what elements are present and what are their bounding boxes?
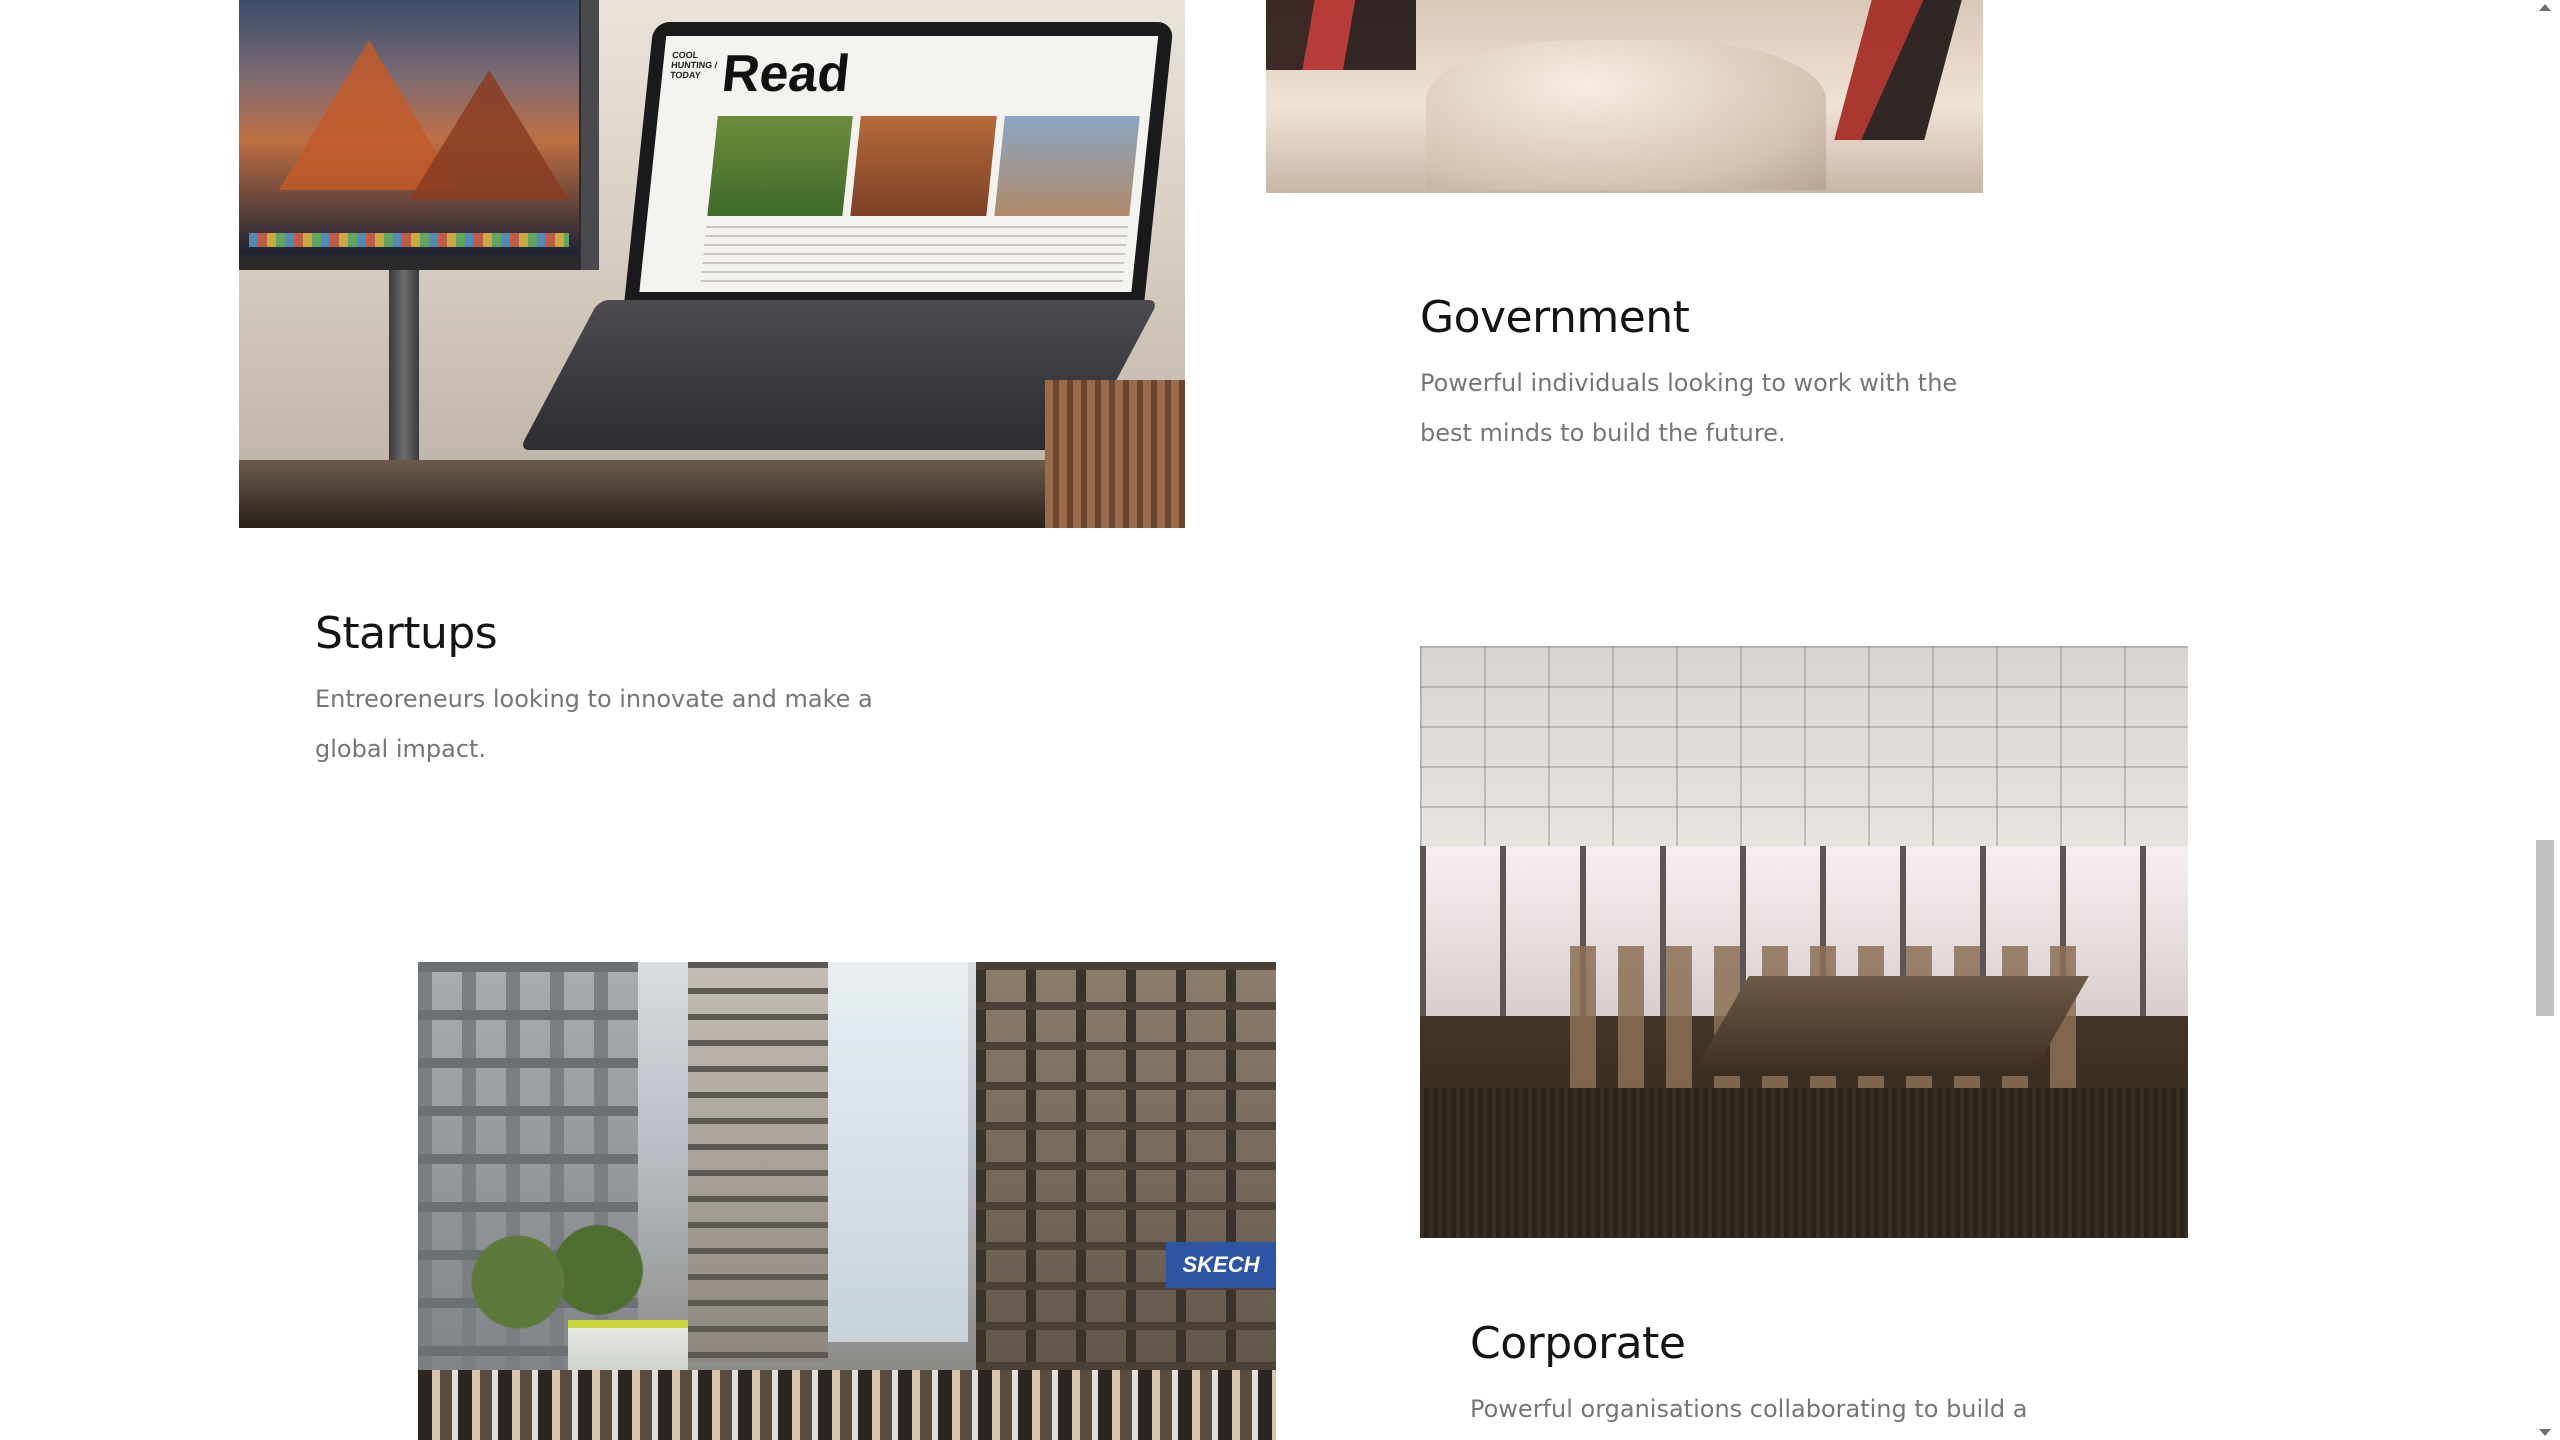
laptop-read-heading: Read [719,45,853,103]
page: COOL HUNTING / TODAY Read Government Pow… [0,0,2560,1440]
corporate-title: Corporate [1470,1318,1686,1369]
dock [249,233,569,247]
laptop-sidebar-text: COOL HUNTING / TODAY [669,50,718,80]
startups-description: Entreoreneurs looking to innovate and ma… [315,685,873,763]
scroll-up-arrow-icon[interactable] [2539,4,2551,11]
government-title: Government [1420,292,1690,343]
scrollbar-thumb[interactable] [2536,840,2554,1016]
government-description: Powerful individuals looking to work wit… [1420,369,1958,447]
scroll-down-arrow-icon[interactable] [2539,1429,2551,1436]
laptop-screen: COOL HUNTING / TODAY Read [624,22,1174,302]
city-street-photo: SKECH [418,962,1276,1440]
corporate-description: Powerful organisations collaborating to … [1470,1395,2028,1423]
startups-title: Startups [315,608,498,659]
corporate-section: Corporate Powerful organisations collabo… [1470,1316,2030,1434]
desktop-monitor [239,0,599,270]
laptop-desk-photo: COOL HUNTING / TODAY Read [239,0,1185,528]
business-shirt-photo [1266,0,1983,193]
startups-section: Startups Entreoreneurs looking to innova… [315,606,875,774]
street-store-sign: SKECH [1166,1242,1276,1288]
conference-room-photo [1420,646,2188,1238]
government-section: Government Powerful individuals looking … [1420,290,1980,458]
vertical-scrollbar[interactable] [2530,0,2560,1440]
